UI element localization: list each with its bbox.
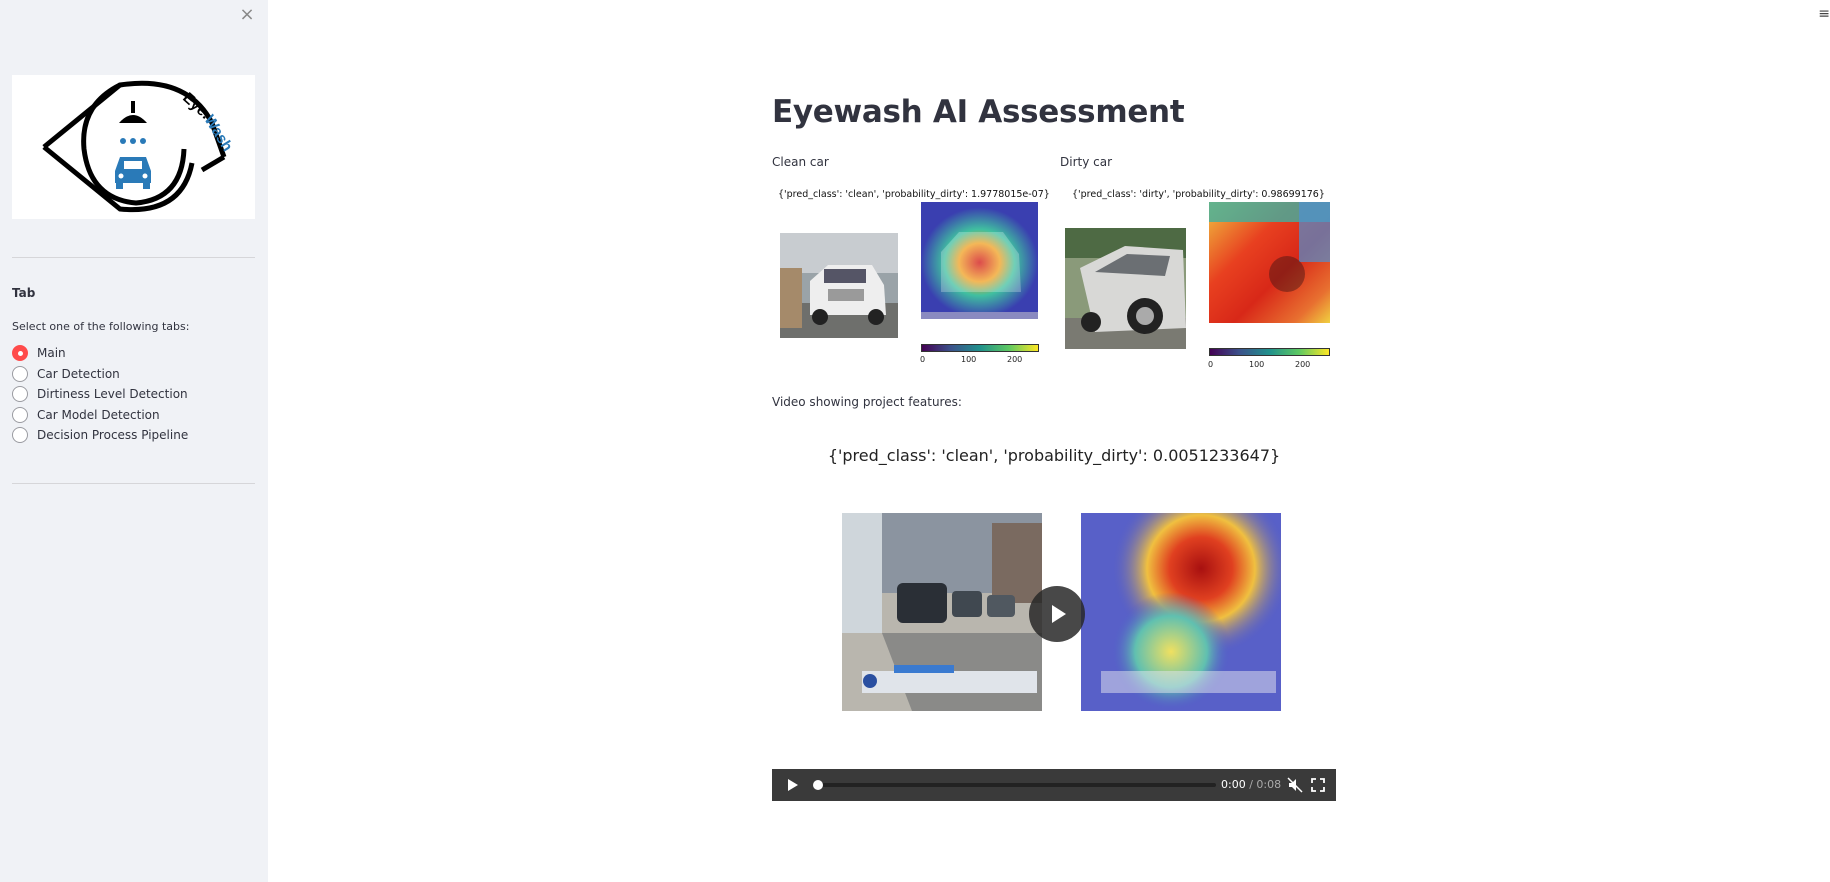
sidebar-divider-bottom [12,483,255,484]
radio-unselected-icon[interactable] [12,365,28,382]
radio-label: Decision Process Pipeline [37,428,189,443]
radio-selected-icon[interactable] [12,345,28,362]
radio-option-decision-process-pipeline[interactable]: Decision Process Pipeline [12,425,188,446]
video-play-overlay-button[interactable] [1029,586,1085,642]
video-time: 0:00 / 0:08 [1221,778,1281,791]
clean-car-photo [780,233,898,338]
video-label: Video showing project features: [772,395,962,409]
dirty-car-heatmap [1209,202,1330,323]
radio-unselected-icon[interactable] [12,386,28,403]
sidebar-divider-top [12,257,255,258]
video-current-time: 0:00 [1221,778,1246,791]
radio-label: Car Model Detection [37,407,160,422]
dirty-colorbar-tick: 100 [1249,360,1265,369]
radio-label: Main [37,346,66,361]
play-icon[interactable] [786,778,800,792]
radio-option-car-detection[interactable]: Car Detection [12,364,188,385]
radio-label: Car Detection [37,366,120,381]
clean-colorbar-tick: 200 [1007,355,1023,364]
logo-text-wash: Wash [201,112,236,154]
tab-radio-group: Main Car Detection Dirtiness Level Detec… [12,343,188,446]
dirty-car-photo [1065,228,1186,349]
radio-option-car-model-detection[interactable]: Car Model Detection [12,405,188,426]
video-heatmap-frame [1081,513,1281,711]
mute-icon[interactable] [1287,777,1303,793]
video-player[interactable]: {'pred_class': 'clean', 'probability_dir… [772,428,1336,800]
radio-unselected-icon[interactable] [12,406,28,423]
radio-unselected-icon[interactable] [12,427,28,444]
clean-colorbar-tick: 100 [961,355,977,364]
video-prediction: {'pred_class': 'clean', 'probability_dir… [827,446,1281,465]
video-progress-bar[interactable] [813,780,1216,790]
tab-instructions: Select one of the following tabs: [12,320,190,333]
clean-colorbar [921,344,1039,352]
close-sidebar-icon[interactable]: × [238,6,256,24]
dirty-colorbar-tick: 200 [1295,360,1311,369]
radio-label: Dirtiness Level Detection [37,387,188,402]
video-duration: / 0:08 [1249,778,1282,791]
eyewash-logo-graphic: Eye. Wash [42,80,236,213]
play-icon [1052,605,1066,623]
dirty-colorbar-tick: 0 [1208,360,1214,369]
clean-car-prediction: {'pred_class': 'clean', 'probability_dir… [778,189,1050,200]
sidebar: × Eye. Wash Tab Select one of the follow… [0,0,268,882]
fullscreen-icon[interactable] [1310,777,1326,793]
main-content: ≡ Eyewash AI Assessment Clean car {'pred… [268,0,1830,882]
clean-colorbar-tick: 0 [920,355,926,364]
progress-knob[interactable] [813,780,823,790]
dirty-colorbar [1209,348,1330,356]
hamburger-menu-icon[interactable]: ≡ [1818,6,1830,22]
dirty-car-prediction: {'pred_class': 'dirty', 'probability_dir… [1072,189,1325,200]
page-title: Eyewash AI Assessment [772,94,1185,130]
dirty-car-label: Dirty car [1060,155,1113,169]
video-controls: 0:00 / 0:08 [772,769,1336,801]
radio-option-dirtiness-level-detection[interactable]: Dirtiness Level Detection [12,384,188,405]
eyewash-logo: Eye. Wash [12,75,255,219]
radio-option-main[interactable]: Main [12,343,188,364]
tab-heading: Tab [12,286,36,300]
clean-car-heatmap [921,202,1038,319]
clean-car-label: Clean car [772,155,829,169]
video-street-frame [842,513,1042,711]
